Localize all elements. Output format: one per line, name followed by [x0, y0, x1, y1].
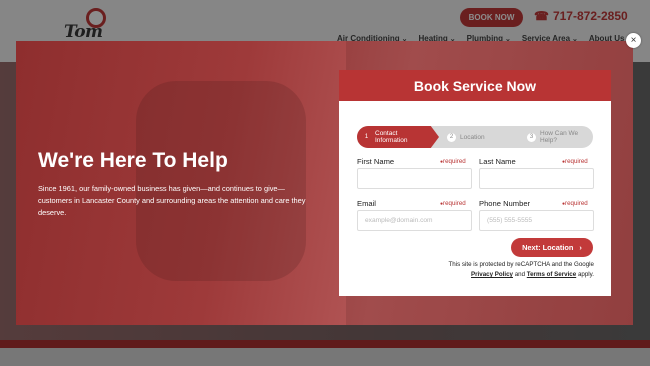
- recaptcha-text: This site is protected by reCAPTCHA and …: [448, 261, 594, 268]
- step-label: How Can We Help?: [540, 130, 579, 144]
- booking-form-card: Book Service Now 2 Location 3 How Can We…: [339, 70, 611, 296]
- close-icon[interactable]: ×: [626, 33, 641, 48]
- step-location[interactable]: 2 Location: [441, 126, 519, 148]
- form-title: Book Service Now: [339, 70, 611, 101]
- email-label: Email: [357, 199, 376, 208]
- last-name-label: Last Name: [479, 157, 516, 166]
- and-text: and: [514, 271, 526, 278]
- terms-of-service-link[interactable]: Terms of Service: [527, 271, 576, 278]
- last-name-field[interactable]: [479, 168, 594, 189]
- phone-field[interactable]: (555) 555-5555: [479, 210, 594, 231]
- step-contact-information[interactable]: 1 Contact Information: [357, 126, 439, 148]
- step-number: 1: [364, 133, 369, 140]
- modal-heading: We're Here To Help: [38, 149, 228, 172]
- step-label: Contact Information: [375, 130, 408, 144]
- first-name-required: required: [440, 158, 466, 165]
- modal-description: Since 1961, our family-owned business ha…: [38, 184, 306, 217]
- next-button-label: Next: Location: [522, 243, 574, 252]
- form-progress-steps: 2 Location 3 How Can We Help? 1 Contact …: [357, 126, 593, 148]
- step-label: Location: [460, 133, 485, 141]
- phone-label: Phone Number: [479, 199, 531, 208]
- privacy-policy-link[interactable]: Privacy Policy: [471, 271, 513, 278]
- email-required: required: [440, 200, 466, 207]
- step-number: 2: [447, 132, 456, 142]
- chevron-right-icon: ›: [579, 243, 582, 252]
- apply-text: apply.: [577, 271, 594, 278]
- email-field[interactable]: example@domain.com: [357, 210, 472, 231]
- first-name-field[interactable]: [357, 168, 472, 189]
- first-name-label: First Name: [357, 157, 395, 166]
- last-name-required: required: [562, 158, 588, 165]
- next-location-button[interactable]: Next: Location ›: [511, 238, 593, 257]
- book-service-modal: We're Here To Help Since 1961, our famil…: [16, 41, 633, 325]
- recaptcha-notice: This site is protected by reCAPTCHA and …: [357, 260, 594, 280]
- step-how-can-we-help[interactable]: 3 How Can We Help?: [521, 126, 593, 148]
- step-number: 3: [527, 132, 536, 142]
- phone-required: required: [562, 200, 588, 207]
